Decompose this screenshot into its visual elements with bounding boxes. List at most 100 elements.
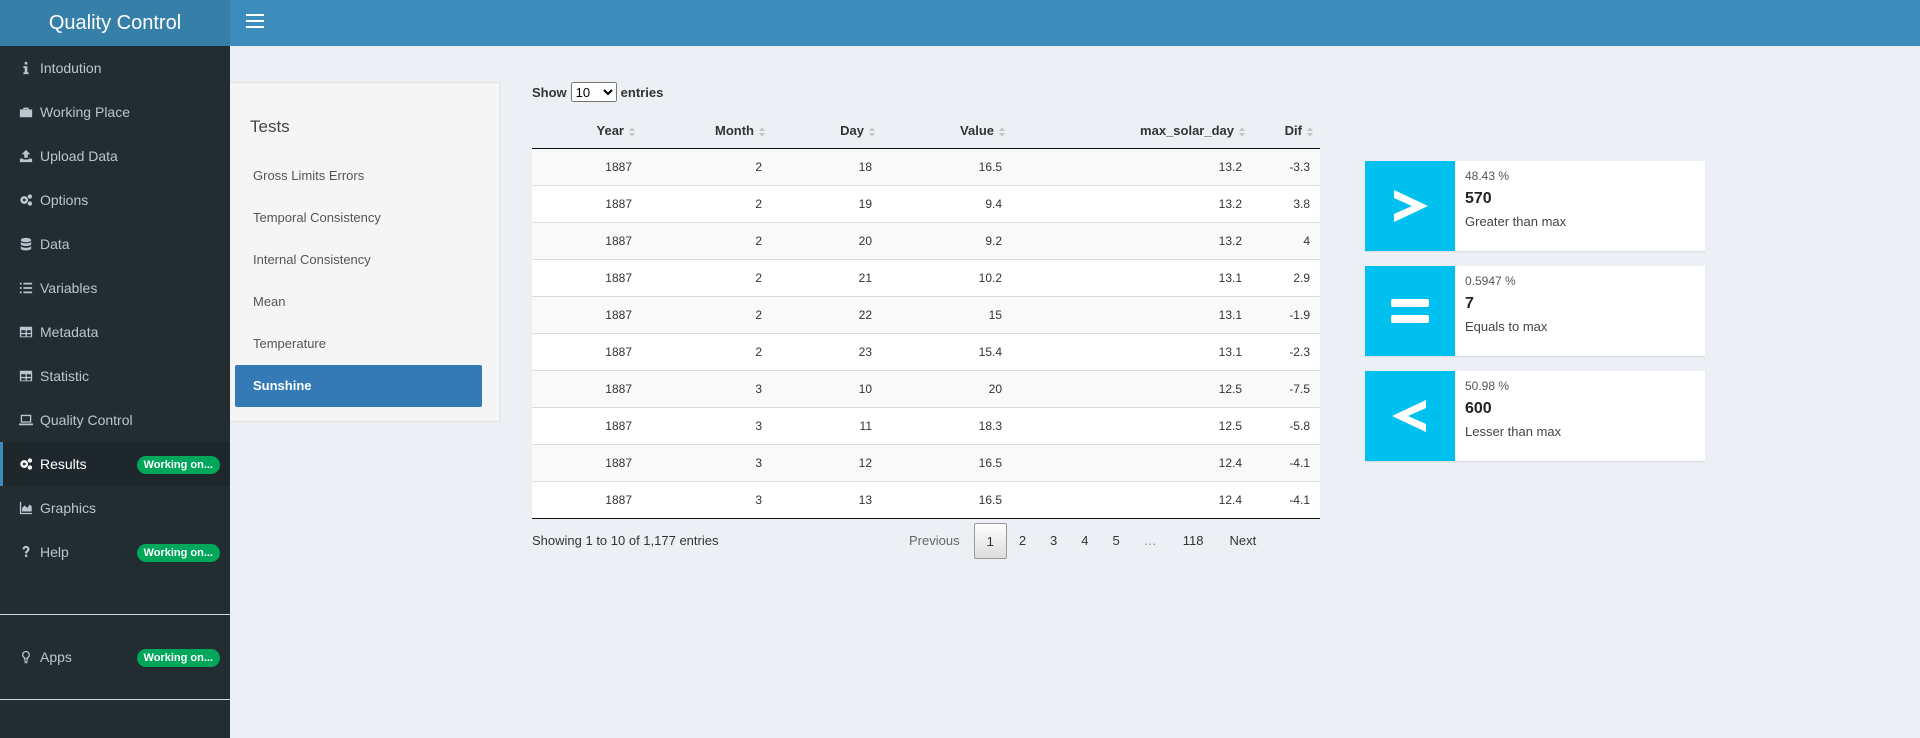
- table-cell: 3: [642, 480, 772, 519]
- sidebar-item-quality-control[interactable]: Quality Control: [0, 398, 230, 442]
- table-row: 1887 2 19 9.4 13.2 3.8: [532, 184, 1320, 222]
- table-cell: 3: [642, 406, 772, 444]
- table-cell: 9.4: [882, 184, 1012, 222]
- page-button-4[interactable]: 4: [1069, 523, 1100, 559]
- table-cell: 4: [1252, 221, 1320, 259]
- table-cell: -3.3: [1252, 147, 1320, 185]
- sidebar-item-upload-data[interactable]: Upload Data: [0, 134, 230, 178]
- pagination: Previous 1 2 3 4 5 … 118 Next: [895, 523, 1268, 559]
- page-button-1[interactable]: 1: [973, 523, 1007, 559]
- status-badge: Working on...: [136, 649, 220, 667]
- page-button-3[interactable]: 3: [1038, 523, 1069, 559]
- table-cell: 1887: [532, 221, 642, 259]
- sidebar-item-statistic[interactable]: Statistic: [0, 354, 230, 398]
- table-cell: 13.1: [1012, 332, 1252, 370]
- sidebar-item-graphics[interactable]: Graphics: [0, 486, 230, 530]
- table-cell: 2: [642, 295, 772, 333]
- table-row: 1887 2 21 10.2 13.1 2.9: [532, 258, 1320, 296]
- test-temperature[interactable]: Temperature: [235, 323, 482, 365]
- table-row: 1887 2 20 9.2 13.2 4: [532, 221, 1320, 259]
- table-cell: -2.3: [1252, 332, 1320, 370]
- table-icon: [18, 368, 34, 384]
- table-cell: 15: [882, 295, 1012, 333]
- sidebar-item-apps[interactable]: Apps Working on...: [0, 635, 230, 679]
- info-box-percent: 0.5947 %: [1465, 274, 1516, 288]
- info-box-lesser: 50.98 % 600 Lesser than max: [1365, 371, 1705, 461]
- page-button-2[interactable]: 2: [1007, 523, 1038, 559]
- page-button-5[interactable]: 5: [1101, 523, 1132, 559]
- table-cell: 1887: [532, 406, 642, 444]
- column-header-dif[interactable]: Dif: [1252, 114, 1320, 149]
- table-cell: 20: [882, 369, 1012, 407]
- results-table: Year Month Day Value max_solar_day Dif 1…: [532, 114, 1320, 519]
- table-cell: 1887: [532, 258, 642, 296]
- sidebar-item-options[interactable]: Options: [0, 178, 230, 222]
- table-cell: 9.2: [882, 221, 1012, 259]
- table-cell: -4.1: [1252, 480, 1320, 519]
- table-cell: 20: [772, 221, 882, 259]
- app-title[interactable]: Quality Control: [0, 0, 230, 46]
- table-cell: 18: [772, 147, 882, 185]
- column-header-max-solar-day[interactable]: max_solar_day: [1012, 114, 1252, 149]
- question-icon: [18, 544, 34, 560]
- table-cell: 2: [642, 184, 772, 222]
- next-button[interactable]: Next: [1217, 523, 1268, 559]
- table-cell: -1.9: [1252, 295, 1320, 333]
- test-gross-limits-errors[interactable]: Gross Limits Errors: [235, 155, 482, 197]
- column-header-month[interactable]: Month: [642, 114, 772, 149]
- table-cell: 16.5: [882, 443, 1012, 481]
- table-cell: 13.1: [1012, 258, 1252, 296]
- table-cell: 3: [642, 443, 772, 481]
- sidebar-divider: [0, 699, 230, 700]
- database-icon: [18, 236, 34, 252]
- briefcase-icon: [18, 104, 34, 120]
- test-mean[interactable]: Mean: [235, 281, 482, 323]
- pagination-ellipsis: …: [1143, 533, 1157, 548]
- table-cell: -7.5: [1252, 369, 1320, 407]
- sidebar-divider: [0, 614, 230, 615]
- hamburger-icon[interactable]: [246, 14, 264, 32]
- greater-than-icon: [1365, 161, 1455, 251]
- table-cell: -5.8: [1252, 406, 1320, 444]
- sidebar-item-help[interactable]: Help Working on...: [0, 530, 230, 574]
- test-internal-consistency[interactable]: Internal Consistency: [235, 239, 482, 281]
- previous-button[interactable]: Previous: [895, 523, 974, 559]
- table-cell: 12: [772, 443, 882, 481]
- sidebar-item-results[interactable]: Results Working on...: [0, 442, 230, 486]
- table-cell: 19: [772, 184, 882, 222]
- table-row: 1887 2 22 15 13.1 -1.9: [532, 295, 1320, 333]
- sidebar-item-introduction[interactable]: Intodution: [0, 46, 230, 90]
- table-cell: 23: [772, 332, 882, 370]
- table-cell: 18.3: [882, 406, 1012, 444]
- sidebar-item-label: Results: [40, 456, 87, 472]
- info-box-count: 7: [1465, 295, 1474, 312]
- test-temporal-consistency[interactable]: Temporal Consistency: [235, 197, 482, 239]
- sidebar-item-label: Working Place: [40, 104, 131, 120]
- sidebar-item-metadata[interactable]: Metadata: [0, 310, 230, 354]
- column-header-year[interactable]: Year: [532, 114, 642, 149]
- sort-icon: [999, 127, 1006, 137]
- sort-icon: [759, 127, 766, 137]
- info-box-percent: 48.43 %: [1465, 169, 1510, 183]
- table-cell: 12.5: [1012, 369, 1252, 407]
- sort-icon: [1307, 127, 1314, 137]
- entries-select[interactable]: 10 25 50 100: [570, 82, 617, 102]
- sidebar-item-data[interactable]: Data: [0, 222, 230, 266]
- column-header-day[interactable]: Day: [772, 114, 882, 149]
- sidebar-item-label: Statistic: [40, 368, 90, 384]
- table-cell: 13.2: [1012, 221, 1252, 259]
- table-cell: 2: [642, 332, 772, 370]
- test-sunshine[interactable]: Sunshine: [235, 365, 482, 407]
- sidebar-item-working-place[interactable]: Working Place: [0, 90, 230, 134]
- table-cell: 10.2: [882, 258, 1012, 296]
- page-button-118[interactable]: 118: [1169, 523, 1218, 559]
- sidebar-item-label: Intodution: [40, 60, 102, 76]
- table-cell: 1887: [532, 184, 642, 222]
- column-header-value[interactable]: Value: [882, 114, 1012, 149]
- sidebar-item-variables[interactable]: Variables: [0, 266, 230, 310]
- table-cell: 1887: [532, 147, 642, 185]
- info-icon: [18, 60, 34, 76]
- table-cell: 16.5: [882, 147, 1012, 185]
- table-row: 1887 3 11 18.3 12.5 -5.8: [532, 406, 1320, 444]
- table-cell: 22: [772, 295, 882, 333]
